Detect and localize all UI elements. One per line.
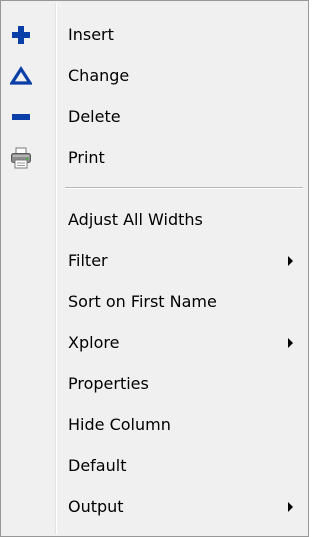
menu-item-label: Change <box>68 66 130 85</box>
menu-item-default[interactable]: Default <box>4 446 305 486</box>
menu-item-label: Xplore <box>68 333 120 352</box>
submenu-arrow-icon <box>288 256 293 266</box>
menu-item-properties[interactable]: Properties <box>4 364 305 404</box>
menu-item-label: Print <box>68 148 105 167</box>
menu-item-label: Delete <box>68 107 121 126</box>
menu-item-insert[interactable]: Insert <box>4 15 305 55</box>
menu-item-label: Hide Column <box>68 415 171 434</box>
context-menu: Insert Change Delete Print Adjust All Wi… <box>0 0 309 537</box>
menu-item-label: Filter <box>68 251 108 270</box>
menu-item-hide-column[interactable]: Hide Column <box>4 405 305 445</box>
menu-item-adjust-all-widths[interactable]: Adjust All Widths <box>4 200 305 240</box>
menu-item-xplore[interactable]: Xplore <box>4 323 305 363</box>
menu-item-print[interactable]: Print <box>4 138 305 178</box>
menu-item-sort-on-first-name[interactable]: Sort on First Name <box>4 282 305 322</box>
menu-item-delete[interactable]: Delete <box>4 97 305 137</box>
menu-item-change[interactable]: Change <box>4 56 305 96</box>
submenu-arrow-icon <box>288 338 293 348</box>
menu-item-label: Adjust All Widths <box>68 210 203 229</box>
menu-item-label: Default <box>68 456 127 475</box>
menu-item-filter[interactable]: Filter <box>4 241 305 281</box>
menu-item-output[interactable]: Output <box>4 487 305 527</box>
submenu-arrow-icon <box>288 502 293 512</box>
triangle-icon <box>9 65 33 87</box>
printer-icon <box>10 147 32 169</box>
menu-item-label: Insert <box>68 25 114 44</box>
plus-icon <box>10 24 32 46</box>
menu-item-label: Properties <box>68 374 149 393</box>
menu-separator <box>65 187 303 189</box>
minus-icon <box>10 106 32 128</box>
menu-item-label: Output <box>68 497 124 516</box>
menu-item-label: Sort on First Name <box>68 292 217 311</box>
